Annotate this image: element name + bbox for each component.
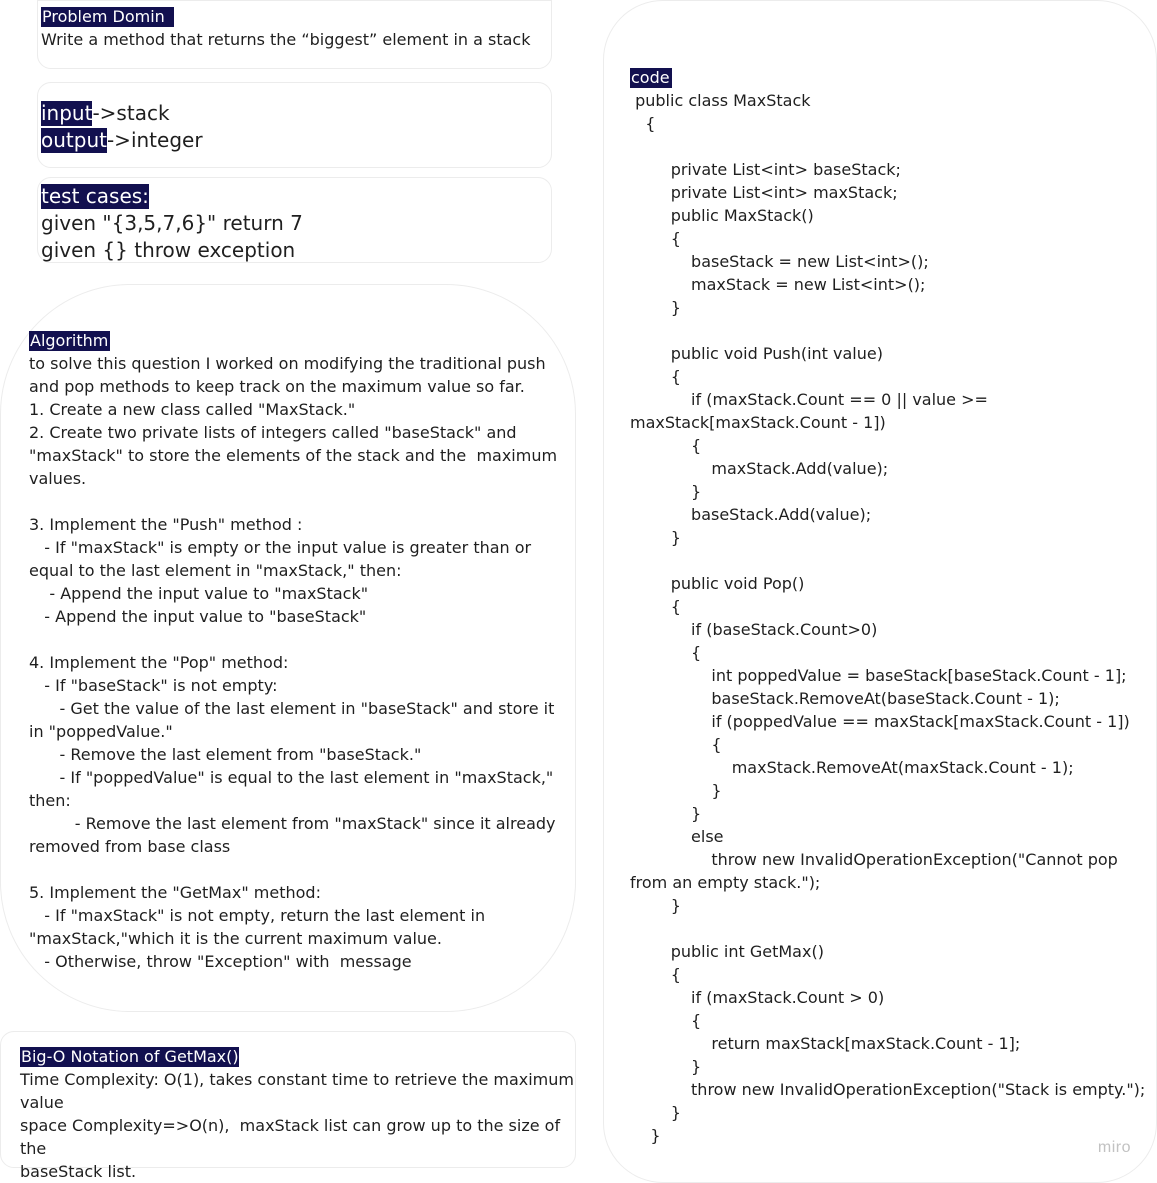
algorithm-text: to solve this question I worked on modif… — [29, 354, 558, 971]
output-label: output — [41, 128, 107, 153]
test-case-line: given "{3,5,7,6}" return 7 — [41, 211, 303, 235]
big-o-heading: Big-O Notation of GetMax() — [20, 1047, 239, 1067]
problem-domain-text: Write a method that returns the “biggest… — [41, 30, 531, 49]
input-line: input->stack — [41, 100, 203, 127]
big-o-text: Time Complexity: O(1), takes constant ti… — [20, 1070, 574, 1181]
miro-watermark: miro — [1097, 1139, 1131, 1156]
algorithm-heading: Algorithm — [29, 331, 111, 351]
input-value: ->stack — [92, 101, 170, 125]
test-cases-heading: test cases: — [41, 184, 149, 209]
problem-domain-card[interactable]: Problem Domin Write a method that return… — [37, 0, 552, 69]
test-cases-card[interactable]: test cases: given "{3,5,7,6}" return 7 g… — [37, 177, 552, 263]
input-label: input — [41, 101, 93, 126]
code-heading: code — [630, 68, 672, 88]
algorithm-card[interactable]: Algorithm to solve this question I worke… — [0, 284, 576, 1012]
output-line: output->integer — [41, 127, 203, 154]
input-output-card[interactable]: input->stack output->integer — [37, 82, 552, 168]
test-case-line: given {} throw exception — [41, 238, 296, 262]
big-o-card[interactable]: Big-O Notation of GetMax() Time Complexi… — [0, 1031, 576, 1181]
output-value: ->integer — [106, 128, 203, 152]
code-text: public class MaxStack { private List<int… — [630, 91, 1146, 1145]
problem-domain-heading: Problem Domin — [41, 7, 174, 27]
code-card[interactable]: code public class MaxStack { private Lis… — [603, 0, 1157, 1183]
